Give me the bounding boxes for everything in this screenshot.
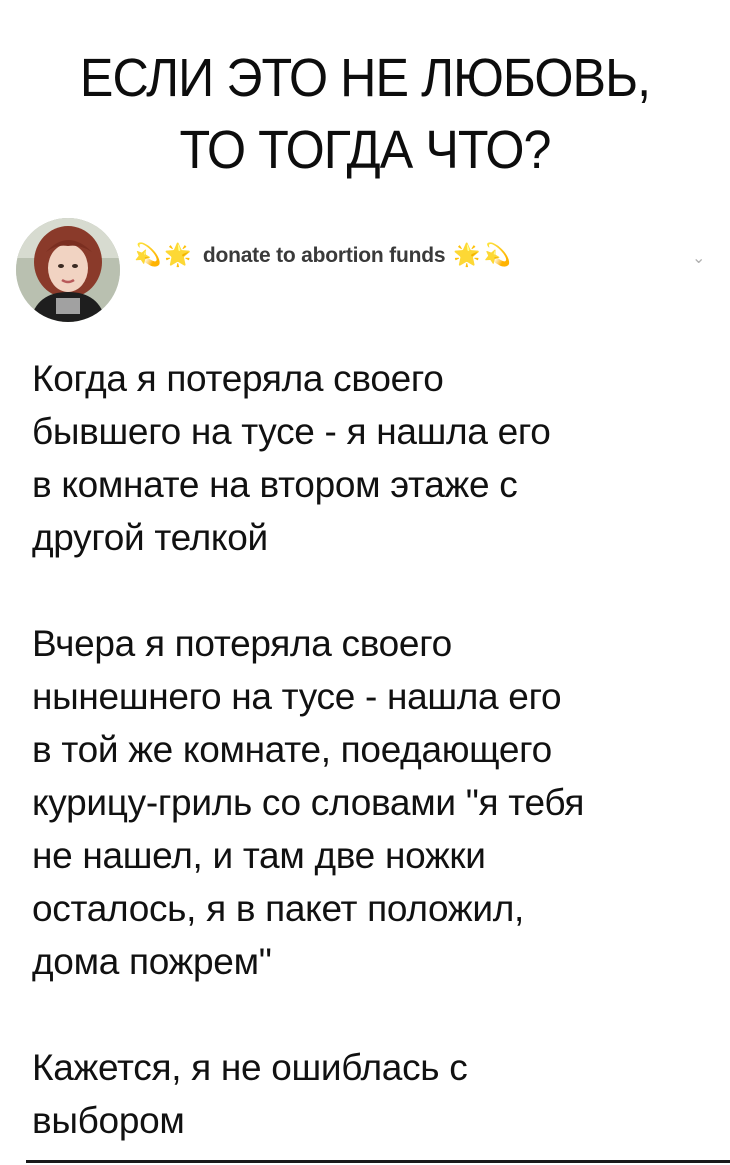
text-line: Вчера я потеряла своего [32,623,452,664]
post-body: Когда я потеряла своего бывшего на тусе … [32,352,712,1147]
star-icon: 🌟 [453,243,481,268]
text-line: осталось, я в пакет положил, [32,888,525,929]
chevron-down-icon[interactable]: ⌄ [692,248,705,267]
avatar-photo [16,218,120,322]
post-header: 💫 🌟 donate to abortion funds 🌟 💫 ⌄ [16,218,716,326]
text-line: другой телкой [32,517,268,558]
divider [26,1160,730,1163]
post-paragraph: Кажется, я не ошиблась с выбором [32,1041,712,1147]
text-line: в той же комнате, поедающего [32,729,552,770]
text-line: дома пожрем" [32,941,272,982]
headline-line-2: ТО ТОГДА ЧТО? [179,120,551,180]
dizzy-icon: 💫 [483,243,512,268]
avatar[interactable] [16,218,120,322]
text-line: нынешнего на тусе - нашла его [32,676,562,717]
post-paragraph: Вчера я потеряла своего нынешнего на тус… [32,617,712,988]
post-paragraph: Когда я потеряла своего бывшего на тусе … [32,352,712,564]
text-line: курицу-гриль со словами "я тебя [32,782,585,823]
username-link[interactable]: donate to abortion funds [203,244,446,268]
text-line: в комнате на втором этаже с [32,464,518,505]
text-line: бывшего на тусе - я нашла его [32,411,551,452]
text-line: Кажется, я не ошиблась с [32,1047,468,1088]
username-row[interactable]: 💫 🌟 donate to abortion funds 🌟 💫 [134,236,514,276]
text-line: Когда я потеряла своего [32,358,444,399]
text-line: не нашел, и там две ножки [32,835,486,876]
headline-line-1: ЕСЛИ ЭТО НЕ ЛЮБОВЬ, [79,48,651,108]
text-line: выбором [32,1100,185,1141]
star-icon: 🌟 [164,243,192,268]
dizzy-icon: 💫 [134,243,162,268]
meme-headline: ЕСЛИ ЭТО НЕ ЛЮБОВЬ, ТО ТОГДА ЧТО? [26,42,705,186]
